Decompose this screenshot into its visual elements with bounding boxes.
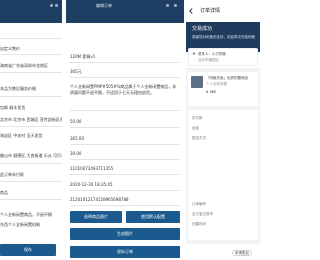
left-field-9[interactable]: 商品 [0, 190, 62, 195]
left-save-button[interactable]: 保存 [0, 244, 56, 256]
discount-field[interactable]: 39.00 [70, 151, 180, 156]
goods-thumbnail [191, 76, 203, 88]
field-underline [70, 205, 180, 206]
package-field[interactable]: 120M 套餐v1 [70, 54, 180, 59]
status-title: 交易成功 [192, 26, 213, 32]
select-goods-image-button[interactable]: 选择商品图片 [70, 211, 122, 223]
left-navbar [0, 11, 62, 23]
screenshot-stage: 自定义售价 海南省广东省深圳市龙岗区 本品为售后服务价格 包邮 顺丰发货 北京市… [0, 0, 260, 260]
left-divider [0, 181, 62, 182]
back-arrow-icon[interactable] [188, 8, 194, 14]
total-field[interactable]: 365.00 [70, 136, 180, 141]
after-sale-button[interactable]: 申请售后 [232, 250, 252, 256]
status-desc: 感谢您对闲鱼的支持，欢迎再次光临闲鱼 [192, 35, 255, 39]
middle-status-bar: 编辑订单 [66, 0, 184, 11]
left-field-10[interactable]: 个人全新闲置商品，不退不换 [0, 212, 62, 218]
detail-label-freight: 运费 [192, 126, 199, 130]
left-divider [0, 163, 62, 164]
goods-subtitle: 个人全新闲置 [206, 82, 227, 86]
battery-icon [55, 4, 58, 7]
receiver-card: 收件人：小刀同家 北京市朝阳区 [188, 48, 258, 66]
detail-title: 订单详情 [200, 8, 221, 14]
field-underline [70, 127, 180, 128]
created-time-field[interactable]: 2020-12-30 18:35:45 [70, 182, 180, 187]
description-field[interactable]: 个人全新闲置PMP#505#%商品属于个人全新闲置物品，非质量问题不退不换，不适… [70, 84, 180, 96]
use-default-config-button[interactable]: 使用默认配置 [126, 211, 180, 223]
save-order-button[interactable]: 保存订单 [70, 246, 180, 258]
left-panel: 自定义售价 海南省广东省深圳市龙岗区 本品为售后服务价格 包邮 顺丰发货 北京市… [0, 0, 62, 260]
detail-label-created: 创建时间 [192, 222, 206, 226]
left-field-11[interactable]: 东西个人全新闲置机制 [0, 222, 62, 228]
trade-number-field[interactable]: 21201012174158965698788 [70, 197, 180, 202]
receiver-address: 北京市朝阳区 [198, 58, 219, 62]
left-field-6[interactable]: 海淀区 中关村 当天发货 [0, 133, 62, 138]
price-field[interactable]: 365元 [70, 69, 180, 74]
order-number-field[interactable]: 11010072493711355 [70, 166, 180, 171]
field-underline [70, 62, 180, 63]
left-field-2[interactable]: 海南省广东省深圳市龙岗区 [0, 63, 62, 68]
field-underline [70, 190, 180, 191]
field-underline [70, 110, 180, 111]
left-divider [0, 38, 62, 39]
location-icon [192, 52, 196, 55]
bottom-action-bar: 申请售后 [186, 244, 260, 260]
freight-field[interactable]: 50.00 [70, 119, 180, 124]
detail-header: 订单详情 [186, 0, 260, 22]
receiver-label: 收件人：小刀同家 [198, 52, 226, 56]
field-underline [70, 159, 180, 160]
left-divider [0, 72, 62, 73]
detail-label-paid: 实付款 [192, 116, 203, 120]
left-field-1[interactable]: 自定义售价 [0, 46, 62, 51]
left-field-3[interactable]: 本品为售后服务价格 [0, 86, 62, 91]
goods-card: 「闲鱼热卖」优质闲置商品 个人全新闲置 ¥ 365 [188, 72, 258, 106]
field-underline [70, 77, 180, 78]
price-detail-card: 实付款 运费 配送方式 订单编号 支付宝交易号 创建时间 [188, 110, 258, 240]
left-divider [0, 126, 62, 127]
left-field-8[interactable]: 此订单未付款 [0, 172, 62, 177]
field-underline [70, 174, 180, 175]
right-panel: 订单详情 交易成功 感谢您对闲鱼的支持，欢迎再次光临闲鱼 收件人：小刀同家 北京… [186, 0, 260, 260]
middle-status-title: 编辑订单 [96, 3, 112, 8]
middle-navbar [66, 11, 184, 23]
signal-icon [166, 4, 169, 7]
left-field-4[interactable]: 包邮 顺丰发货 [0, 105, 62, 110]
detail-label-order-no: 订单编号 [192, 202, 206, 206]
left-divider [0, 54, 62, 55]
left-field-5[interactable]: 北京市 北京市 西城区 宣传部街区/楼 [0, 117, 62, 122]
generate-image-button[interactable]: 生成图片 [70, 228, 180, 240]
left-status-bar [0, 0, 62, 11]
left-divider [0, 96, 62, 97]
signal-icon [50, 4, 53, 7]
middle-panel: 编辑订单 120M 套餐v1 365元 个人全新闲置PMP#505#%商品属于个… [66, 0, 184, 260]
left-divider [0, 199, 62, 200]
detail-label-trade-no: 支付宝交易号 [192, 212, 213, 216]
battery-icon [174, 4, 177, 7]
detail-label-delivery: 配送方式 [192, 136, 206, 140]
left-field-7[interactable]: 佛山市 顺德区 大良街道 乐从 可打小授 顺丰包邮 [0, 153, 62, 158]
goods-title[interactable]: 「闲鱼热卖」优质闲置商品 [206, 76, 256, 80]
field-underline [70, 144, 180, 145]
goods-price: ¥ 365 [206, 90, 217, 94]
